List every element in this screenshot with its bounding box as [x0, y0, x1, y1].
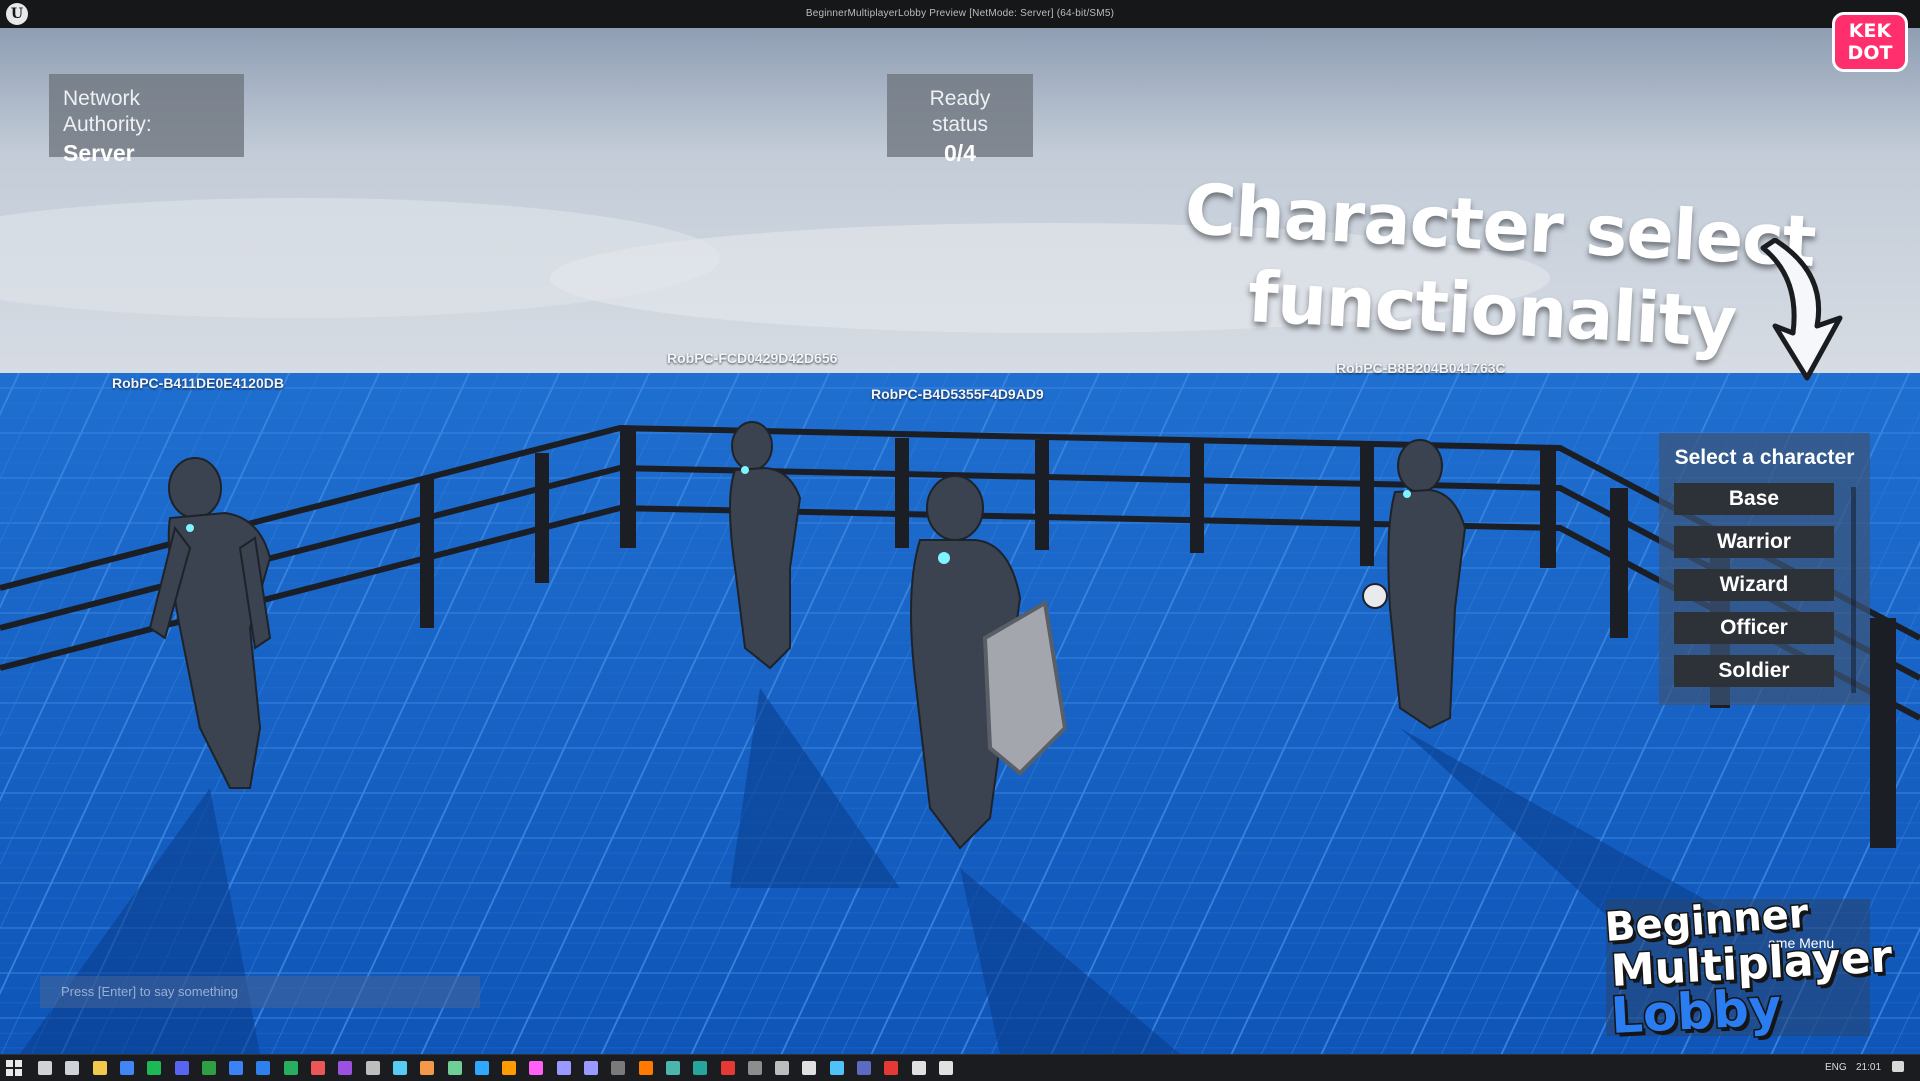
app-icon[interactable]: [283, 1061, 298, 1075]
app-icon[interactable]: [857, 1061, 871, 1075]
app-icon[interactable]: [693, 1061, 708, 1075]
player-name-tag: RobPC-B411DE0E4120DB: [112, 375, 284, 391]
network-authority-value: Server: [63, 140, 135, 166]
character-option-base-button[interactable]: Base: [1674, 483, 1834, 515]
app-icon[interactable]: [201, 1061, 216, 1075]
kekdot-logo-line-1: KEK: [1848, 20, 1892, 42]
window-title: BeginnerMultiplayerLobby Preview [NetMod…: [805, 8, 1115, 19]
curved-arrow-icon: [1760, 238, 1843, 381]
app-icon[interactable]: [311, 1061, 325, 1075]
ready-status-value: 0/4: [944, 140, 976, 166]
character-select-title: Select a character: [1674, 446, 1855, 469]
app-icon[interactable]: [665, 1061, 680, 1075]
photoshop-icon[interactable]: [447, 1061, 462, 1075]
character-option-warrior-button[interactable]: Warrior: [1674, 526, 1834, 558]
app-icon[interactable]: [911, 1061, 926, 1075]
app-icon[interactable]: [229, 1061, 244, 1075]
notification-icon[interactable]: [1892, 1061, 1904, 1072]
windows-start-icon[interactable]: [6, 1060, 22, 1076]
kekdot-logo: KEK DOT: [1832, 12, 1908, 72]
app-icon[interactable]: [584, 1061, 598, 1075]
beginner-multiplayer-lobby-logo: Beginner Multiplayer Lobby: [1602, 889, 1895, 1047]
kekdot-logo-line-2: DOT: [1847, 42, 1893, 64]
clock[interactable]: 21:01: [1856, 1062, 1881, 1073]
app-icon[interactable]: [611, 1061, 626, 1075]
character-option-wizard-button[interactable]: Wizard: [1674, 569, 1834, 601]
app-icon[interactable]: [638, 1061, 653, 1075]
language-indicator[interactable]: ENG: [1825, 1062, 1847, 1073]
file-explorer-icon[interactable]: [92, 1061, 107, 1075]
xd-icon[interactable]: [502, 1061, 517, 1075]
network-authority-label: Network Authority:: [63, 87, 152, 136]
app-icon[interactable]: [775, 1061, 790, 1075]
player-name-tag: RobPC-FCD0429D42D656: [667, 350, 838, 366]
illustrator-icon[interactable]: [474, 1061, 489, 1075]
task-view-icon[interactable]: [65, 1061, 80, 1075]
game-viewport[interactable]: Network Authority: Server Ready status 0…: [0, 28, 1920, 1054]
app-icon[interactable]: [420, 1061, 435, 1075]
network-authority-panel: Network Authority: Server: [49, 74, 244, 166]
character-select-panel: Select a character Base Warrior Wizard O…: [1659, 433, 1870, 705]
app-icon[interactable]: [256, 1061, 271, 1075]
character-option-officer-button[interactable]: Officer: [1674, 612, 1834, 644]
search-icon[interactable]: [38, 1061, 52, 1075]
unreal-engine-icon[interactable]: [938, 1061, 953, 1075]
ready-status-panel: Ready status 0/4: [887, 74, 1033, 166]
premiere-icon[interactable]: [556, 1061, 571, 1075]
chat-input[interactable]: Press [Enter] to say something: [40, 976, 480, 1008]
app-icon[interactable]: [884, 1061, 899, 1075]
character-option-soldier-button[interactable]: Soldier: [1674, 655, 1834, 687]
app-icon[interactable]: [829, 1061, 844, 1075]
after-effects-icon[interactable]: [529, 1061, 544, 1075]
player-name-tag: RobPC-B8B204B041763C: [1336, 360, 1506, 376]
logo-line-3: Lobby: [1608, 977, 1784, 1047]
app-icon[interactable]: [720, 1061, 735, 1075]
window-title-bar: U BeginnerMultiplayerLobby Preview [NetM…: [0, 0, 1920, 29]
discord-icon[interactable]: [174, 1061, 189, 1075]
windows-taskbar: ENG 21:01: [0, 1054, 1920, 1081]
app-icon[interactable]: [802, 1061, 817, 1075]
chrome-icon[interactable]: [119, 1061, 134, 1075]
character-list-scrollbar[interactable]: [1851, 487, 1856, 693]
player-name-tag: RobPC-B4D5355F4D9AD9: [871, 386, 1044, 402]
app-icon[interactable]: [365, 1061, 380, 1075]
app-icon[interactable]: [338, 1061, 353, 1075]
app-icon[interactable]: [392, 1061, 407, 1075]
spotify-icon[interactable]: [147, 1061, 162, 1075]
ready-status-label: Ready status: [929, 87, 991, 136]
app-icon[interactable]: [747, 1061, 762, 1075]
